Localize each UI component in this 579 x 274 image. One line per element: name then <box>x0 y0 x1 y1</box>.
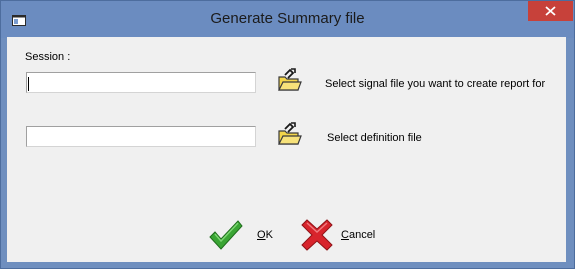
close-button[interactable] <box>528 1 573 21</box>
session-label: Session : <box>25 51 71 63</box>
definition-file-input[interactable] <box>26 126 256 147</box>
close-icon <box>545 6 556 16</box>
window-title: Generate Summary file <box>210 10 365 27</box>
open-folder-icon <box>278 122 302 145</box>
browse-signal-file-button[interactable] <box>276 67 302 93</box>
dialog-client-area: Session : Select signal file you want to… <box>7 37 566 262</box>
signal-file-hint: Select signal file you want to create re… <box>325 78 546 90</box>
ok-label: OK <box>257 229 273 241</box>
ok-button[interactable]: OK <box>207 215 277 255</box>
text-caret <box>28 77 29 91</box>
browse-definition-file-button[interactable] <box>276 121 302 147</box>
cancel-button[interactable]: Cancel <box>299 215 379 255</box>
open-folder-icon <box>278 68 302 91</box>
cancel-label: Cancel <box>341 229 376 241</box>
signal-file-input[interactable] <box>26 72 256 93</box>
title-bar[interactable]: Generate Summary file <box>1 1 574 38</box>
green-check-icon <box>209 220 243 250</box>
red-x-icon <box>301 219 333 251</box>
definition-file-hint: Select definition file <box>327 132 422 144</box>
